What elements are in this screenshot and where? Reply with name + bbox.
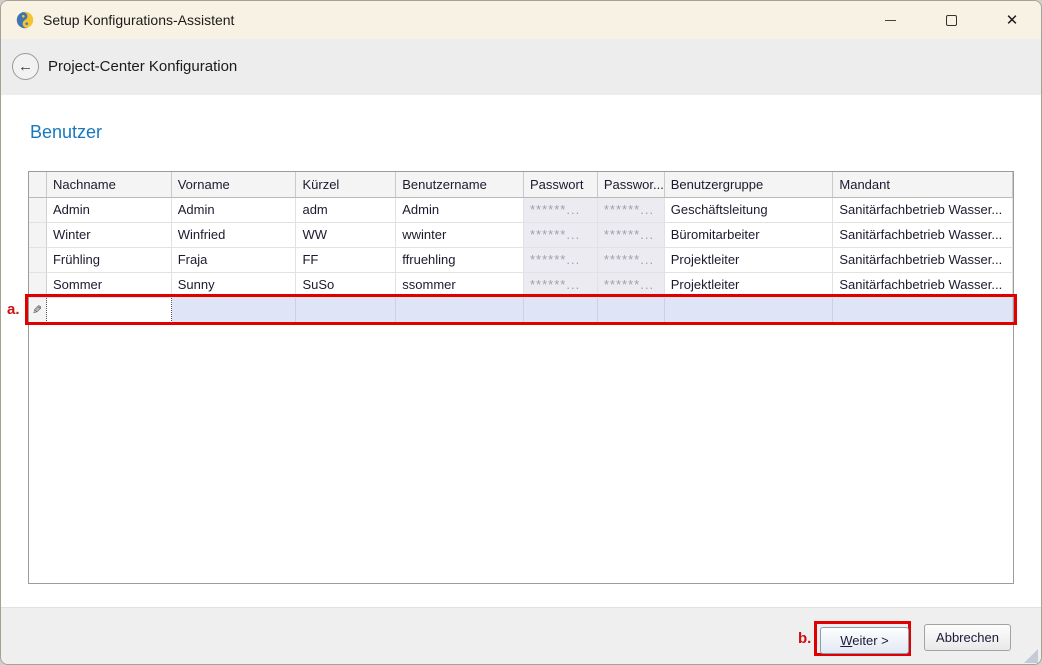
cell-vorname[interactable]: Winfried — [172, 223, 297, 248]
maximize-button[interactable] — [928, 1, 974, 39]
cell-kuerzel[interactable]: SuSo — [296, 273, 396, 298]
cell-passwort[interactable] — [524, 298, 598, 323]
annotation-label-a: a. — [7, 301, 20, 318]
close-icon: ✕ — [1006, 11, 1019, 29]
column-header-passwort[interactable]: Passwort — [524, 172, 598, 198]
cell-benutzergruppe[interactable]: Büromitarbeiter — [665, 223, 834, 248]
maximize-icon — [946, 15, 957, 26]
cell-kuerzel[interactable]: WW — [296, 223, 396, 248]
close-button[interactable]: ✕ — [989, 1, 1035, 39]
column-header-kuerzel[interactable]: Kürzel — [296, 172, 396, 198]
cell-mandant[interactable] — [833, 298, 1013, 323]
pencil-edit-icon: ✎ — [32, 298, 42, 322]
row-edit-indicator: ✎ — [29, 298, 47, 323]
wizard-header: ← Project-Center Konfiguration — [1, 39, 1041, 95]
users-table-header: NachnameVornameKürzelBenutzernamePasswor… — [29, 172, 1013, 198]
cell-passwort[interactable]: ******... — [524, 248, 598, 273]
column-header-mandant[interactable]: Mandant — [833, 172, 1013, 198]
minimize-icon — [885, 20, 896, 21]
cell-benutzername[interactable] — [396, 298, 524, 323]
cell-kuerzel[interactable]: FF — [296, 248, 396, 273]
cell-passwort2[interactable]: ******... — [598, 198, 665, 223]
minimize-button[interactable] — [867, 1, 913, 39]
cell-passwort2[interactable]: ******... — [598, 248, 665, 273]
cell-benutzergruppe[interactable]: Projektleiter — [665, 248, 834, 273]
column-header-indicator[interactable] — [29, 172, 47, 198]
cell-passwort2[interactable]: ******... — [598, 223, 665, 248]
cell-benutzername[interactable]: wwinter — [396, 223, 524, 248]
annotation-label-b: b. — [798, 630, 811, 647]
row-indicator — [29, 273, 47, 298]
resize-grip[interactable] — [1024, 649, 1038, 663]
weiter-accelerator: W — [840, 633, 852, 648]
table-row: WinterWinfriedWWwwinter******...******..… — [29, 223, 1013, 248]
cell-passwort[interactable]: ******... — [524, 198, 598, 223]
cell-passwort2[interactable] — [598, 298, 665, 323]
cell-passwort[interactable]: ******... — [524, 273, 598, 298]
row-indicator — [29, 223, 47, 248]
table-new-row: ✎ — [29, 298, 1013, 323]
back-arrow-icon: ← — [18, 58, 33, 75]
column-header-benutzername[interactable]: Benutzername — [396, 172, 524, 198]
cell-vorname[interactable]: Fraja — [172, 248, 297, 273]
titlebar: Setup Konfigurations-Assistent ✕ — [1, 1, 1041, 39]
cell-vorname[interactable]: Admin — [172, 198, 297, 223]
app-logo-icon — [15, 10, 35, 30]
abbrechen-button[interactable]: Abbrechen — [924, 624, 1011, 651]
row-indicator — [29, 248, 47, 273]
wizard-step-title: Project-Center Konfiguration — [48, 39, 237, 95]
cell-mandant[interactable]: Sanitärfachbetrieb Wasser... — [833, 198, 1013, 223]
cell-benutzername[interactable]: ssommer — [396, 273, 524, 298]
cell-nachname[interactable]: Frühling — [47, 248, 172, 273]
table-row: AdminAdminadmAdmin******...******...Gesc… — [29, 198, 1013, 223]
cell-kuerzel[interactable]: adm — [296, 198, 396, 223]
cell-passwort2[interactable]: ******... — [598, 273, 665, 298]
column-header-vorname[interactable]: Vorname — [172, 172, 297, 198]
table-row: FrühlingFrajaFFffruehling******...******… — [29, 248, 1013, 273]
cell-mandant[interactable]: Sanitärfachbetrieb Wasser... — [833, 273, 1013, 298]
weiter-button[interactable]: Weiter > — [820, 627, 909, 654]
cell-benutzername[interactable]: Admin — [396, 198, 524, 223]
cell-kuerzel[interactable] — [296, 298, 396, 323]
footer-bar: b. Weiter > Abbrechen — [1, 607, 1041, 665]
cell-vorname[interactable]: Sunny — [172, 273, 297, 298]
cell-nachname[interactable] — [47, 298, 172, 323]
cell-nachname[interactable]: Admin — [47, 198, 172, 223]
setup-wizard-window: Setup Konfigurations-Assistent ✕ ← Proje… — [0, 0, 1042, 665]
column-header-passwort2[interactable]: Passwor... — [598, 172, 665, 198]
column-header-benutzergruppe[interactable]: Benutzergruppe — [665, 172, 834, 198]
cell-benutzergruppe[interactable]: Projektleiter — [665, 273, 834, 298]
cell-benutzergruppe[interactable]: Geschäftsleitung — [665, 198, 834, 223]
annotation-box-b: Weiter > — [814, 621, 911, 656]
row-indicator — [29, 198, 47, 223]
cell-passwort[interactable]: ******... — [524, 223, 598, 248]
column-header-nachname[interactable]: Nachname — [47, 172, 172, 198]
back-button[interactable]: ← — [12, 53, 39, 80]
users-table: NachnameVornameKürzelBenutzernamePasswor… — [28, 171, 1014, 584]
users-table-body: AdminAdminadmAdmin******...******...Gesc… — [29, 198, 1013, 323]
content-area: Benutzer NachnameVornameKürzelBenutzerna… — [1, 95, 1041, 607]
cell-nachname[interactable]: Sommer — [47, 273, 172, 298]
cell-benutzername[interactable]: ffruehling — [396, 248, 524, 273]
cell-benutzergruppe[interactable] — [665, 298, 834, 323]
cell-nachname[interactable]: Winter — [47, 223, 172, 248]
cell-mandant[interactable]: Sanitärfachbetrieb Wasser... — [833, 223, 1013, 248]
table-row: SommerSunnySuSossommer******...******...… — [29, 273, 1013, 298]
cell-vorname[interactable] — [172, 298, 297, 323]
weiter-label-rest: eiter > — [852, 633, 889, 648]
cell-mandant[interactable]: Sanitärfachbetrieb Wasser... — [833, 248, 1013, 273]
window-title: Setup Konfigurations-Assistent — [43, 1, 234, 39]
page-title: Benutzer — [30, 122, 102, 143]
